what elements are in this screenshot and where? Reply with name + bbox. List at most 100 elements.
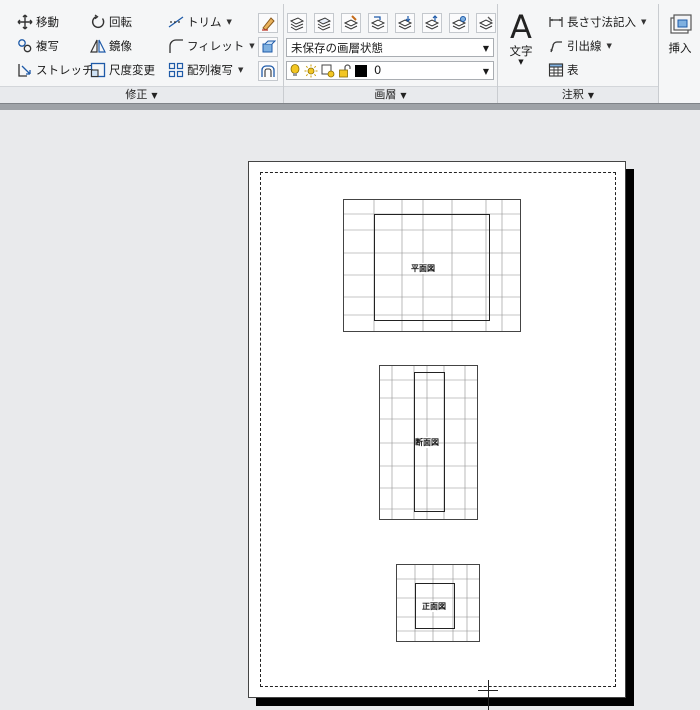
copy-icon	[17, 38, 33, 54]
layers-panel-title[interactable]: 画層 ▼	[284, 86, 497, 103]
crosshair-cursor-horizontal	[478, 690, 498, 691]
copy-label: 複写	[36, 39, 59, 53]
explode-button[interactable]	[258, 37, 278, 57]
eraser-icon	[262, 17, 275, 31]
layer-unisolate-button[interactable]	[422, 13, 442, 33]
chevron-down-icon: ▼	[151, 91, 158, 100]
insert-block-icon	[670, 14, 692, 34]
text-icon: A	[510, 8, 532, 46]
linear-dimension-icon	[548, 14, 564, 30]
stretch-label: ストレッチ	[36, 63, 94, 77]
offset-icon	[261, 65, 275, 77]
layer-previous-button[interactable]	[368, 13, 388, 33]
layer-freeze-icon	[451, 16, 467, 30]
modify-panel-title-label: 修正	[125, 88, 148, 101]
insert-label: 挿入	[668, 41, 692, 55]
layer-properties-button[interactable]	[287, 13, 307, 33]
table-button[interactable]: 表	[548, 60, 579, 80]
layer-properties-icon	[289, 17, 305, 31]
layer-match-button[interactable]	[341, 13, 361, 33]
text-button[interactable]: A 文字 ▼	[504, 10, 538, 74]
linear-dimension-label: 長さ寸法記入	[567, 15, 636, 29]
light-bulb-icon	[290, 63, 300, 76]
trim-label: トリム	[187, 15, 222, 29]
layer-previous-icon	[370, 16, 386, 30]
annotation-panel: A 文字 ▼ 長さ寸法記入 ▼ 引出線 ▼ 表 注釈 ▼	[498, 0, 658, 103]
modify-panel: 移動 回転 トリム ▼ 複写 鏡像 フィレット ▼ ストレッチ 尺度変更 配列複…	[0, 0, 283, 103]
chevron-down-icon: ▼	[400, 91, 407, 100]
scale-icon	[90, 62, 106, 78]
chevron-down-icon[interactable]: ▼	[249, 36, 254, 56]
layer-state-value: 未保存の画層状態	[291, 41, 383, 55]
scale-label: 尺度変更	[109, 63, 155, 77]
move-button[interactable]: 移動	[17, 12, 59, 32]
section-label: 断面図	[415, 437, 439, 448]
section-viewport[interactable]: 断面図	[379, 365, 478, 520]
stretch-icon	[17, 62, 33, 78]
trim-button[interactable]: トリム ▼	[168, 12, 232, 32]
current-layer-dropdown[interactable]: 0 ▼	[286, 61, 494, 80]
layer-state-dropdown[interactable]: 未保存の画層状態 ▼	[286, 38, 494, 57]
ribbon: 移動 回転 トリム ▼ 複写 鏡像 フィレット ▼ ストレッチ 尺度変更 配列複…	[0, 0, 700, 104]
scale-button[interactable]: 尺度変更	[90, 60, 155, 80]
explode-icon	[262, 40, 276, 53]
layer-off-icon	[478, 16, 494, 30]
chevron-down-icon[interactable]: ▼	[238, 60, 243, 80]
leader-button[interactable]: 引出線 ▼	[548, 36, 612, 56]
current-layer-name: 0	[374, 63, 382, 77]
array-button[interactable]: 配列複写 ▼	[168, 60, 243, 80]
insert-button[interactable]: 挿入	[664, 12, 696, 55]
sun-icon	[304, 64, 318, 77]
layer-color-swatch	[355, 64, 367, 77]
viewport-freeze-icon	[321, 64, 335, 77]
annotation-panel-title-label: 注釈	[561, 88, 584, 101]
layer-unisolate-icon	[424, 15, 440, 30]
mirror-label: 鏡像	[109, 39, 132, 53]
layer-state-button[interactable]	[314, 13, 334, 33]
move-label: 移動	[36, 15, 59, 29]
offset-button[interactable]	[258, 61, 278, 81]
rotate-icon	[90, 14, 106, 30]
move-icon	[17, 14, 33, 30]
fillet-label: フィレット	[187, 39, 245, 53]
table-icon	[548, 62, 564, 78]
layer-isolate-button[interactable]	[395, 13, 415, 33]
copy-button[interactable]: 複写	[17, 36, 59, 56]
linear-dimension-button[interactable]: 長さ寸法記入 ▼	[548, 12, 646, 32]
elevation-label: 正面図	[422, 601, 446, 612]
layer-freeze-button[interactable]	[449, 13, 469, 33]
fillet-icon	[168, 38, 184, 54]
plan-label: 平面図	[411, 263, 435, 274]
rotate-label: 回転	[109, 15, 132, 29]
layers-panel: 未保存の画層状態 ▼ 0 ▼ 画層 ▼	[284, 0, 497, 103]
plan-viewport[interactable]: 平面図	[343, 199, 521, 332]
unlock-icon	[339, 63, 351, 77]
layout-sheet[interactable]: 平面図 断面図 正面図	[248, 161, 626, 698]
chevron-down-icon: ▼	[587, 91, 595, 100]
chevron-down-icon: ▼	[518, 58, 524, 66]
leader-label: 引出線	[567, 39, 602, 53]
chevron-down-icon: ▼	[482, 67, 489, 76]
block-panel: 挿入	[659, 0, 700, 103]
table-label: 表	[567, 63, 579, 77]
text-label: 文字	[509, 44, 533, 58]
stretch-button[interactable]: ストレッチ	[17, 60, 94, 80]
chevron-down-icon: ▼	[482, 44, 489, 53]
mirror-icon	[90, 38, 106, 54]
elevation-viewport[interactable]: 正面図	[396, 564, 480, 642]
chevron-down-icon[interactable]: ▼	[641, 12, 646, 32]
fillet-button[interactable]: フィレット ▼	[168, 36, 255, 56]
leader-icon	[548, 38, 564, 54]
modify-panel-title[interactable]: 修正 ▼	[0, 86, 283, 103]
drawing-canvas[interactable]: 平面図 断面図 正面図	[0, 110, 700, 710]
crosshair-cursor-vertical	[488, 680, 489, 710]
annotation-panel-title[interactable]: 注釈 ▼	[498, 86, 658, 103]
mirror-button[interactable]: 鏡像	[90, 36, 132, 56]
rotate-button[interactable]: 回転	[90, 12, 132, 32]
layer-match-icon	[343, 15, 359, 30]
erase-button[interactable]	[258, 13, 278, 33]
layer-off-button[interactable]	[476, 13, 496, 33]
layer-isolate-icon	[397, 16, 413, 30]
chevron-down-icon[interactable]: ▼	[227, 12, 232, 32]
chevron-down-icon[interactable]: ▼	[607, 36, 612, 56]
